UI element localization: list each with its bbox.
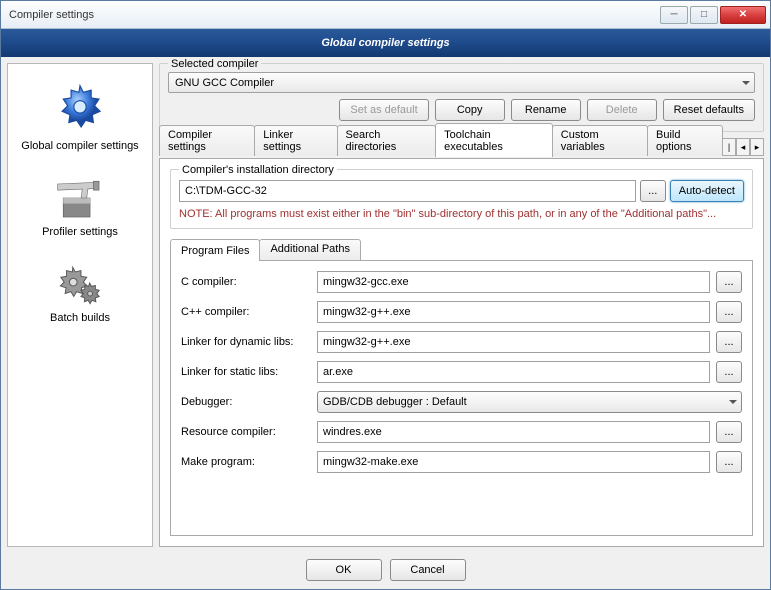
sub-tabs: Program Files Additional Paths	[170, 239, 753, 260]
label-make: Make program:	[181, 456, 311, 468]
browse-button[interactable]: ...	[640, 180, 666, 202]
tab-toolchain-executables[interactable]: Toolchain executables	[435, 123, 553, 157]
gears-gray-icon	[56, 260, 104, 308]
tab-scroll-sep[interactable]: |	[722, 138, 736, 156]
auto-detect-button[interactable]: Auto-detect	[670, 180, 744, 202]
browse-c-compiler[interactable]: ...	[716, 271, 742, 293]
sub-tab-additional-paths[interactable]: Additional Paths	[259, 239, 361, 260]
install-dir-row: C:\TDM-GCC-32 ... Auto-detect	[179, 180, 744, 202]
body: Global compiler settings Profiler settin…	[1, 57, 770, 589]
tab-scroll-right[interactable]: ▸	[750, 138, 764, 156]
label-resource-compiler: Resource compiler:	[181, 426, 311, 438]
tab-scroll-left[interactable]: ◂	[736, 138, 750, 156]
label-static-linker: Linker for static libs:	[181, 366, 311, 378]
sidebar-item-label: Profiler settings	[42, 226, 118, 238]
sub-panel: C compiler: mingw32-gcc.exe ... C++ comp…	[170, 260, 753, 536]
rename-button[interactable]: Rename	[511, 99, 581, 121]
install-note: NOTE: All programs must exist either in …	[179, 208, 744, 220]
chevron-down-icon	[742, 81, 750, 85]
dialog-buttons: OK Cancel	[7, 553, 764, 583]
reset-defaults-button[interactable]: Reset defaults	[663, 99, 755, 121]
window-title: Compiler settings	[9, 9, 660, 21]
label-c-compiler: C compiler:	[181, 276, 311, 288]
copy-button[interactable]: Copy	[435, 99, 505, 121]
input-dynamic-linker[interactable]: mingw32-g++.exe	[317, 331, 710, 353]
install-dir-group: Compiler's installation directory C:\TDM…	[170, 169, 753, 229]
minimize-button[interactable]: ─	[660, 6, 688, 24]
gear-blue-icon	[52, 80, 108, 136]
selected-compiler-group: Selected compiler GNU GCC Compiler Set a…	[159, 63, 764, 132]
input-value: C:\TDM-GCC-32	[185, 185, 267, 197]
input-make[interactable]: mingw32-make.exe	[317, 451, 710, 473]
tab-compiler-settings[interactable]: Compiler settings	[159, 125, 255, 156]
titlebar: Compiler settings ─ □ ✕	[1, 1, 770, 29]
close-button[interactable]: ✕	[720, 6, 766, 24]
input-c-compiler[interactable]: mingw32-gcc.exe	[317, 271, 710, 293]
group-label: Compiler's installation directory	[179, 164, 337, 176]
label-debugger: Debugger:	[181, 396, 311, 408]
combo-value: GNU GCC Compiler	[175, 77, 274, 89]
maximize-button[interactable]: □	[690, 6, 718, 24]
sidebar-item-label: Batch builds	[50, 312, 110, 324]
input-resource-compiler[interactable]: windres.exe	[317, 421, 710, 443]
tab-scroll: | ◂ ▸	[722, 138, 764, 156]
program-files-section: Program Files Additional Paths C compile…	[170, 237, 753, 536]
browse-static-linker[interactable]: ...	[716, 361, 742, 383]
delete-button[interactable]: Delete	[587, 99, 657, 121]
page-banner: Global compiler settings	[1, 29, 770, 57]
sub-tab-program-files[interactable]: Program Files	[170, 239, 260, 261]
tab-search-directories[interactable]: Search directories	[337, 125, 437, 156]
cancel-button[interactable]: Cancel	[390, 559, 466, 581]
tab-linker-settings[interactable]: Linker settings	[254, 125, 337, 156]
install-path-input[interactable]: C:\TDM-GCC-32	[179, 180, 636, 202]
ok-button[interactable]: OK	[306, 559, 382, 581]
browse-make[interactable]: ...	[716, 451, 742, 473]
browse-cpp-compiler[interactable]: ...	[716, 301, 742, 323]
sidebar-item-batch[interactable]: Batch builds	[10, 252, 150, 338]
window: Compiler settings ─ □ ✕ Global compiler …	[0, 0, 771, 590]
set-default-button[interactable]: Set as default	[339, 99, 428, 121]
sidebar: Global compiler settings Profiler settin…	[7, 63, 153, 547]
compiler-combo[interactable]: GNU GCC Compiler	[168, 72, 755, 93]
programs-grid: C compiler: mingw32-gcc.exe ... C++ comp…	[181, 271, 742, 473]
banner-title: Global compiler settings	[321, 37, 449, 49]
group-label: Selected compiler	[168, 58, 261, 70]
chevron-down-icon	[729, 400, 737, 404]
browse-dynamic-linker[interactable]: ...	[716, 331, 742, 353]
tab-custom-variables[interactable]: Custom variables	[552, 125, 648, 156]
tabs-strip: Compiler settings Linker settings Search…	[159, 134, 764, 156]
sidebar-item-label: Global compiler settings	[21, 140, 138, 152]
window-controls: ─ □ ✕	[660, 6, 766, 24]
compiler-button-row: Set as default Copy Rename Delete Reset …	[168, 99, 755, 121]
label-dynamic-linker: Linker for dynamic libs:	[181, 336, 311, 348]
main-row: Global compiler settings Profiler settin…	[7, 63, 764, 547]
tab-build-options[interactable]: Build options	[647, 125, 723, 156]
caliper-box-icon	[52, 174, 108, 222]
input-cpp-compiler[interactable]: mingw32-g++.exe	[317, 301, 710, 323]
input-static-linker[interactable]: ar.exe	[317, 361, 710, 383]
combo-debugger[interactable]: GDB/CDB debugger : Default	[317, 391, 742, 413]
sidebar-item-global-compiler[interactable]: Global compiler settings	[10, 72, 150, 166]
label-cpp-compiler: C++ compiler:	[181, 306, 311, 318]
browse-resource-compiler[interactable]: ...	[716, 421, 742, 443]
sidebar-item-profiler[interactable]: Profiler settings	[10, 166, 150, 252]
content-area: Selected compiler GNU GCC Compiler Set a…	[159, 63, 764, 547]
tab-panel: Compiler's installation directory C:\TDM…	[159, 158, 764, 547]
